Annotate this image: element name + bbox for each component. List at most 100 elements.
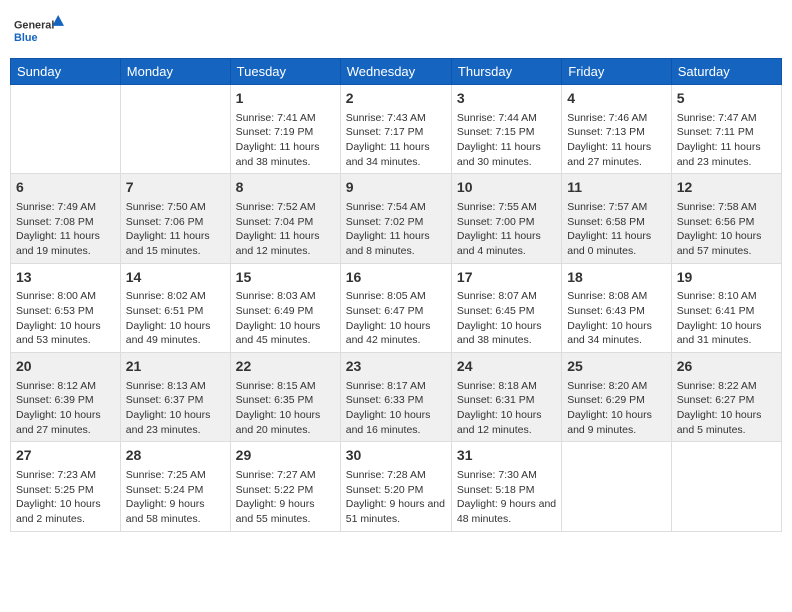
calendar-cell: 11Sunrise: 7:57 AMSunset: 6:58 PMDayligh… (562, 174, 671, 263)
day-number: 29 (236, 446, 335, 466)
calendar-cell: 29Sunrise: 7:27 AMSunset: 5:22 PMDayligh… (230, 442, 340, 531)
sunrise-text: Sunrise: 7:52 AM (236, 200, 335, 215)
weekday-header-tuesday: Tuesday (230, 59, 340, 85)
calendar-cell: 4Sunrise: 7:46 AMSunset: 7:13 PMDaylight… (562, 85, 671, 174)
sunset-text: Sunset: 5:18 PM (457, 483, 556, 498)
calendar-cell: 30Sunrise: 7:28 AMSunset: 5:20 PMDayligh… (340, 442, 451, 531)
sunrise-text: Sunrise: 8:10 AM (677, 289, 776, 304)
day-number: 14 (126, 268, 225, 288)
sunrise-text: Sunrise: 7:54 AM (346, 200, 446, 215)
sunset-text: Sunset: 5:22 PM (236, 483, 335, 498)
sunset-text: Sunset: 6:51 PM (126, 304, 225, 319)
sunrise-text: Sunrise: 7:46 AM (567, 111, 665, 126)
calendar-cell: 2Sunrise: 7:43 AMSunset: 7:17 PMDaylight… (340, 85, 451, 174)
daylight-text: Daylight: 10 hours and 57 minutes. (677, 229, 776, 258)
daylight-text: Daylight: 10 hours and 38 minutes. (457, 319, 556, 348)
day-number: 6 (16, 178, 115, 198)
sunrise-text: Sunrise: 7:49 AM (16, 200, 115, 215)
day-number: 26 (677, 357, 776, 377)
calendar-table: SundayMondayTuesdayWednesdayThursdayFrid… (10, 58, 782, 532)
sunset-text: Sunset: 6:39 PM (16, 393, 115, 408)
calendar-week-row: 6 Sunrise: 7:49 AMSunset: 7:08 PM Daylight… (11, 174, 782, 263)
sunset-text: Sunset: 6:53 PM (16, 304, 115, 319)
daylight-text: Daylight: 11 hours and 27 minutes. (567, 140, 665, 169)
sunrise-text: Sunrise: 8:22 AM (677, 379, 776, 394)
daylight-text: Daylight: 11 hours and 15 minutes. (126, 229, 225, 258)
sunset-text: Sunset: 5:20 PM (346, 483, 446, 498)
sunrise-text: Sunrise: 8:15 AM (236, 379, 335, 394)
calendar-week-row: 13Sunrise: 8:00 AMSunset: 6:53 PMDayligh… (11, 263, 782, 352)
calendar-cell: 8Sunrise: 7:52 AMSunset: 7:04 PMDaylight… (230, 174, 340, 263)
day-number: 23 (346, 357, 446, 377)
sunrise-text: Sunrise: 7:58 AM (677, 200, 776, 215)
logo-svg: General Blue (14, 10, 64, 50)
daylight-text: Daylight: 10 hours and 5 minutes. (677, 408, 776, 437)
calendar-cell (562, 442, 671, 531)
daylight-text: Daylight: 10 hours and 2 minutes. (16, 497, 115, 526)
calendar-cell: 10Sunrise: 7:55 AMSunset: 7:00 PMDayligh… (451, 174, 561, 263)
calendar-cell: 15Sunrise: 8:03 AMSunset: 6:49 PMDayligh… (230, 263, 340, 352)
calendar-cell: 31Sunrise: 7:30 AMSunset: 5:18 PMDayligh… (451, 442, 561, 531)
daylight-text: Daylight: 9 hours and 58 minutes. (126, 497, 225, 526)
day-number: 19 (677, 268, 776, 288)
sunrise-text: Sunrise: 7:57 AM (567, 200, 665, 215)
calendar-cell: 5Sunrise: 7:47 AMSunset: 7:11 PMDaylight… (671, 85, 781, 174)
calendar-cell: 14Sunrise: 8:02 AMSunset: 6:51 PMDayligh… (120, 263, 230, 352)
sunrise-text: Sunrise: 8:13 AM (126, 379, 225, 394)
sunset-text: Sunset: 7:19 PM (236, 125, 335, 140)
calendar-cell: 25Sunrise: 8:20 AMSunset: 6:29 PMDayligh… (562, 353, 671, 442)
calendar-cell: 7Sunrise: 7:50 AMSunset: 7:06 PMDaylight… (120, 174, 230, 263)
sunset-text: Sunset: 6:35 PM (236, 393, 335, 408)
sunrise-text: Sunrise: 7:25 AM (126, 468, 225, 483)
sunrise-text: Sunrise: 7:27 AM (236, 468, 335, 483)
calendar-week-row: 1Sunrise: 7:41 AMSunset: 7:19 PMDaylight… (11, 85, 782, 174)
day-number: 17 (457, 268, 556, 288)
sunset-text: Sunset: 6:37 PM (126, 393, 225, 408)
calendar-cell: 20Sunrise: 8:12 AMSunset: 6:39 PMDayligh… (11, 353, 121, 442)
sunset-text: Sunset: 7:15 PM (457, 125, 556, 140)
day-number: 30 (346, 446, 446, 466)
day-number: 5 (677, 89, 776, 109)
day-number: 1 (236, 89, 335, 109)
sunrise-text: Sunrise: 8:12 AM (16, 379, 115, 394)
sunrise-text: Sunrise: 7:47 AM (677, 111, 776, 126)
day-number: 27 (16, 446, 115, 466)
sunset-text: Sunset: 7:06 PM (126, 215, 225, 230)
daylight-text: Daylight: 10 hours and 42 minutes. (346, 319, 446, 348)
svg-text:Blue: Blue (14, 32, 37, 44)
sunset-text: Sunset: 6:27 PM (677, 393, 776, 408)
day-number: 12 (677, 178, 776, 198)
calendar-cell: 27Sunrise: 7:23 AMSunset: 5:25 PMDayligh… (11, 442, 121, 531)
day-number: 18 (567, 268, 665, 288)
sunset-text: Sunset: 7:08 PM (16, 215, 115, 230)
sunset-text: Sunset: 6:56 PM (677, 215, 776, 230)
day-number: 16 (346, 268, 446, 288)
svg-text:General: General (14, 19, 54, 31)
sunset-text: Sunset: 5:24 PM (126, 483, 225, 498)
daylight-text: Daylight: 10 hours and 23 minutes. (126, 408, 225, 437)
calendar-cell: 12 Sunrise: 7:58 AMSunset: 6:56 PMDayligh… (671, 174, 781, 263)
sunset-text: Sunset: 7:17 PM (346, 125, 446, 140)
calendar-cell: 28Sunrise: 7:25 AMSunset: 5:24 PMDayligh… (120, 442, 230, 531)
calendar-week-row: 20Sunrise: 8:12 AMSunset: 6:39 PMDayligh… (11, 353, 782, 442)
daylight-text: Daylight: 11 hours and 4 minutes. (457, 229, 556, 258)
daylight-text: Daylight: 11 hours and 34 minutes. (346, 140, 446, 169)
calendar-cell: 26 Sunrise: 8:22 AMSunset: 6:27 PMDayligh… (671, 353, 781, 442)
calendar-cell: 22Sunrise: 8:15 AMSunset: 6:35 PMDayligh… (230, 353, 340, 442)
calendar-cell (11, 85, 121, 174)
daylight-text: Daylight: 11 hours and 38 minutes. (236, 140, 335, 169)
sunrise-text: Sunrise: 8:20 AM (567, 379, 665, 394)
day-number: 15 (236, 268, 335, 288)
daylight-text: Daylight: 11 hours and 8 minutes. (346, 229, 446, 258)
weekday-header-monday: Monday (120, 59, 230, 85)
calendar-cell: 3Sunrise: 7:44 AMSunset: 7:15 PMDaylight… (451, 85, 561, 174)
daylight-text: Daylight: 11 hours and 0 minutes. (567, 229, 665, 258)
weekday-header-wednesday: Wednesday (340, 59, 451, 85)
calendar-cell: 17Sunrise: 8:07 AMSunset: 6:45 PMDayligh… (451, 263, 561, 352)
calendar-cell: 13Sunrise: 8:00 AMSunset: 6:53 PMDayligh… (11, 263, 121, 352)
day-number: 31 (457, 446, 556, 466)
calendar-cell: 16Sunrise: 8:05 AMSunset: 6:47 PMDayligh… (340, 263, 451, 352)
calendar-cell: 24Sunrise: 8:18 AMSunset: 6:31 PMDayligh… (451, 353, 561, 442)
sunset-text: Sunset: 6:47 PM (346, 304, 446, 319)
daylight-text: Daylight: 9 hours and 48 minutes. (457, 497, 556, 526)
